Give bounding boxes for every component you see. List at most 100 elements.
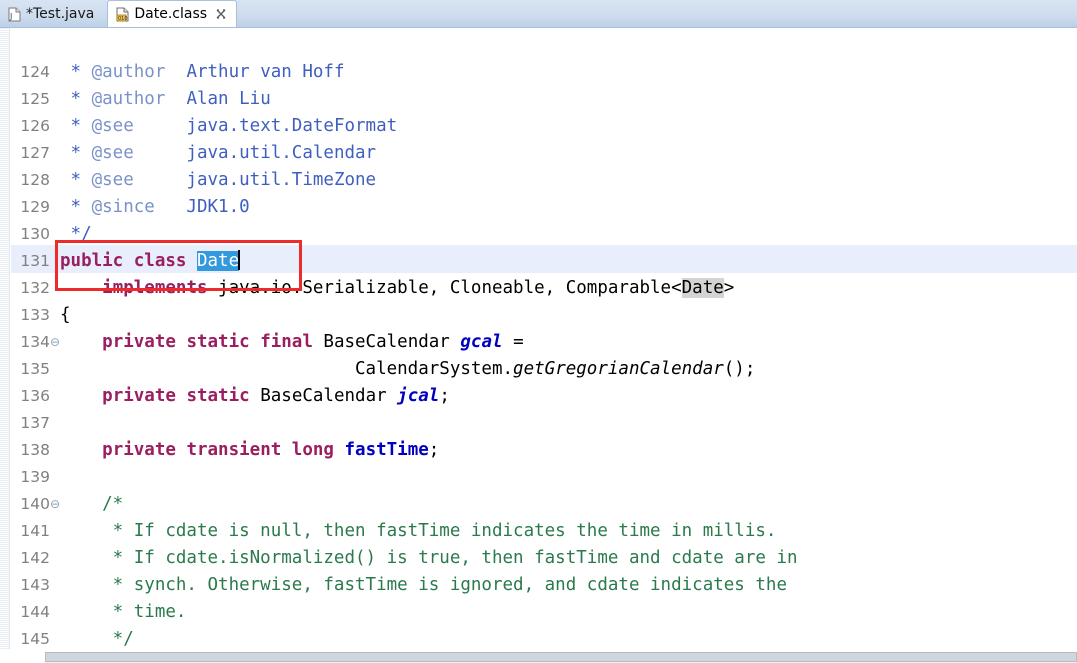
- code-token: implements: [102, 278, 208, 298]
- scrollbar-thumb[interactable]: [45, 652, 1077, 662]
- line-number-gutter: 124 125 126 127 128 129 130 131 132 133 134 ⊖ 135 136…: [11, 28, 60, 663]
- code-token: JDK1.0: [154, 197, 250, 217]
- line-number: 137: [20, 414, 50, 432]
- line-number: 128: [20, 171, 50, 189]
- tab-date-class[interactable]: 010 Date.class: [107, 0, 238, 27]
- code-token: fastTime: [344, 440, 429, 460]
- code-line[interactable]: * time.: [60, 599, 187, 626]
- code-token: * time.: [60, 602, 187, 622]
- code-editor[interactable]: 124 125 126 127 128 129 130 131 132 133 134 ⊖ 135 136…: [0, 28, 1077, 663]
- code-line[interactable]: private static final BaseCalendar gcal =: [60, 329, 524, 356]
- code-line[interactable]: * @author Alan Liu: [60, 86, 271, 113]
- code-token: @see: [91, 143, 134, 163]
- code-token: /*: [60, 494, 124, 514]
- tab-label: *Test.java: [26, 6, 95, 22]
- java-file-icon: J: [7, 7, 21, 22]
- code-token: *: [60, 170, 92, 190]
- code-line[interactable]: CalendarSystem.getGregorianCalendar();: [60, 356, 755, 383]
- line-number: 142: [20, 549, 50, 567]
- text-caret: [238, 250, 241, 270]
- line-number: 135: [20, 360, 50, 378]
- code-line[interactable]: private static BaseCalendar jcal;: [60, 383, 450, 410]
- line-number: 130: [20, 225, 50, 243]
- line-number: 129: [20, 198, 50, 216]
- close-icon[interactable]: [215, 8, 227, 20]
- code-line[interactable]: {: [60, 302, 71, 329]
- line-number: 143: [20, 576, 50, 594]
- code-line[interactable]: /*: [60, 491, 123, 518]
- code-line[interactable]: * synch. Otherwise, fastTime is ignored,…: [60, 572, 787, 599]
- tab-label: Date.class: [134, 6, 208, 22]
- selected-text[interactable]: Date: [196, 251, 240, 271]
- code-token: private static final: [102, 332, 313, 352]
- code-text-area[interactable]: * @author Arthur van Hoff * @author Alan…: [60, 28, 1077, 653]
- code-token: >: [723, 278, 735, 298]
- code-line[interactable]: implements java.io.Serializable, Cloneab…: [60, 275, 734, 302]
- svg-text:010: 010: [118, 16, 128, 22]
- line-number: 139: [20, 468, 50, 486]
- tab-test-java[interactable]: J *Test.java: [0, 1, 103, 27]
- fold-toggle-icon[interactable]: ⊖: [50, 491, 60, 518]
- code-token: * If cdate is null, then fastTime indica…: [60, 521, 777, 541]
- line-number: 133: [20, 306, 50, 324]
- code-line[interactable]: * If cdate.isNormalized() is true, then …: [60, 545, 798, 572]
- code-token: jcal: [397, 386, 440, 406]
- code-token: * synch. Otherwise, fastTime is ignored,…: [60, 575, 787, 595]
- code-token: */: [60, 629, 134, 649]
- line-number: 124: [20, 63, 50, 81]
- code-token: *: [60, 197, 92, 217]
- code-line[interactable]: */: [60, 626, 134, 653]
- code-token: ;: [439, 386, 450, 406]
- code-token: Alan Liu: [165, 89, 271, 109]
- fold-toggle-icon[interactable]: ⊖: [50, 329, 60, 356]
- code-token: java.util.Calendar: [133, 143, 377, 163]
- code-line[interactable]: public class Date: [60, 248, 241, 275]
- code-token: CalendarSystem.: [60, 359, 514, 379]
- line-number: 134: [20, 333, 50, 351]
- code-token: *: [60, 143, 92, 163]
- code-token: {: [60, 305, 71, 325]
- eclipse-editor-window: J *Test.java 010 Date.class 124 125 126 …: [0, 0, 1077, 663]
- code-token: @since: [91, 197, 155, 217]
- annotation-ruler[interactable]: [0, 28, 10, 653]
- code-token: @author: [91, 89, 166, 109]
- line-number: 131: [20, 252, 50, 270]
- code-token: *: [60, 116, 92, 136]
- code-line[interactable]: * @author Arthur van Hoff: [60, 59, 345, 86]
- line-number: 127: [20, 144, 50, 162]
- code-line[interactable]: * @see java.util.Calendar: [60, 140, 377, 167]
- code-token: java.util.TimeZone: [133, 170, 377, 190]
- code-token: private transient long: [102, 440, 334, 460]
- code-token: java.io.Serializable, Cloneable, Compara…: [207, 278, 682, 298]
- code-token: java.text.DateFormat: [133, 116, 398, 136]
- editor-tab-bar: J *Test.java 010 Date.class: [0, 0, 1077, 28]
- code-token: @author: [91, 62, 166, 82]
- code-token: getGregorianCalendar: [513, 359, 724, 379]
- code-line[interactable]: * If cdate is null, then fastTime indica…: [60, 518, 777, 545]
- code-line[interactable]: */: [60, 221, 92, 248]
- code-token: * If cdate.isNormalized() is true, then …: [60, 548, 798, 568]
- line-number: 138: [20, 441, 50, 459]
- line-number: 125: [20, 90, 50, 108]
- code-line[interactable]: * @see java.util.TimeZone: [60, 167, 377, 194]
- code-line[interactable]: * @since JDK1.0: [60, 194, 250, 221]
- code-line[interactable]: * @see java.text.DateFormat: [60, 113, 398, 140]
- line-number: 141: [20, 522, 50, 540]
- line-number: 132: [20, 279, 50, 297]
- code-line[interactable]: private transient long fastTime;: [60, 437, 439, 464]
- code-token: BaseCalendar: [312, 332, 461, 352]
- code-token: ();: [723, 359, 756, 379]
- code-token: *: [60, 89, 92, 109]
- code-token: =: [502, 332, 524, 352]
- code-token: gcal: [460, 332, 503, 352]
- line-number: 136: [20, 387, 50, 405]
- code-token: BaseCalendar: [249, 386, 398, 406]
- occurrence-highlight: Date: [681, 278, 724, 298]
- horizontal-scrollbar[interactable]: [0, 649, 1077, 663]
- code-token: @see: [91, 170, 134, 190]
